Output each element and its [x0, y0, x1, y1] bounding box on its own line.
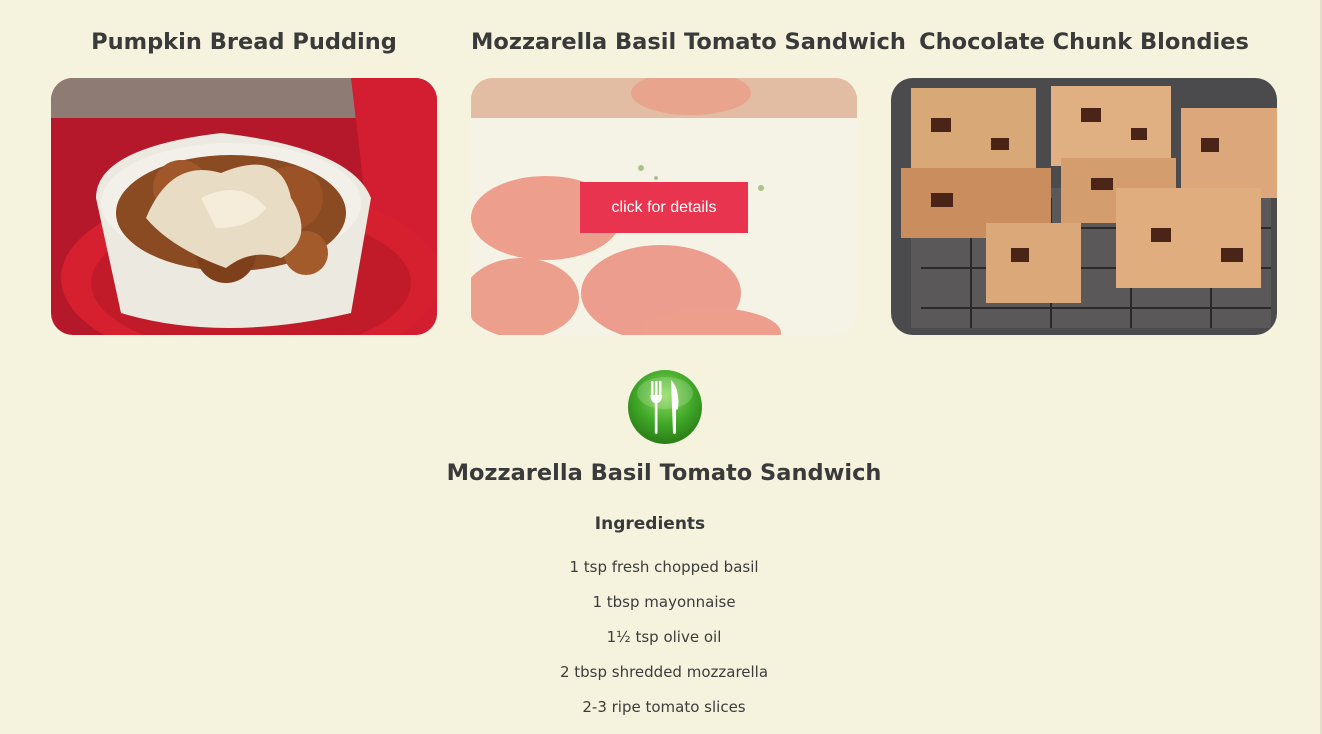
recipe-page: Pumpkin Bread Pudding Mozzarella Basil T…: [0, 0, 1322, 734]
fork-knife-icon: [627, 369, 703, 445]
recipe-card-title: Pumpkin Bread Pudding: [91, 29, 397, 55]
chocolate-chunk-blondies-photo[interactable]: [891, 78, 1277, 335]
recipe-card-title: Mozzarella Basil Tomato Sandwich: [471, 29, 906, 55]
recipe-detail-title: Mozzarella Basil Tomato Sandwich: [446, 460, 882, 486]
ingredients-heading: Ingredients: [594, 514, 706, 534]
ingredient-item: 1 tbsp mayonnaise: [592, 593, 736, 611]
ingredient-item: 2-3 ripe tomato slices: [582, 698, 746, 716]
ingredients-list: 1 tsp fresh chopped basil 1 tbsp mayonna…: [0, 556, 1322, 731]
tomato-slices-photo[interactable]: click for details: [471, 78, 857, 335]
recipe-card-chocolate-chunk-blondies[interactable]: Chocolate Chunk Blondies: [891, 0, 1277, 335]
click-for-details-button[interactable]: click for details: [580, 182, 748, 233]
ingredient-item: 1 tsp fresh chopped basil: [569, 558, 759, 576]
pumpkin-bread-pudding-photo[interactable]: [51, 78, 437, 335]
recipe-card-mozzarella-basil-tomato-sandwich[interactable]: Mozzarella Basil Tomato Sandwich click f…: [471, 0, 906, 335]
recipe-card-title: Chocolate Chunk Blondies: [919, 29, 1249, 55]
recipe-card-pumpkin-bread-pudding[interactable]: Pumpkin Bread Pudding: [51, 0, 437, 335]
ingredient-item: 2 tbsp shredded mozzarella: [559, 663, 769, 681]
ingredient-item: 1½ tsp olive oil: [606, 628, 722, 646]
